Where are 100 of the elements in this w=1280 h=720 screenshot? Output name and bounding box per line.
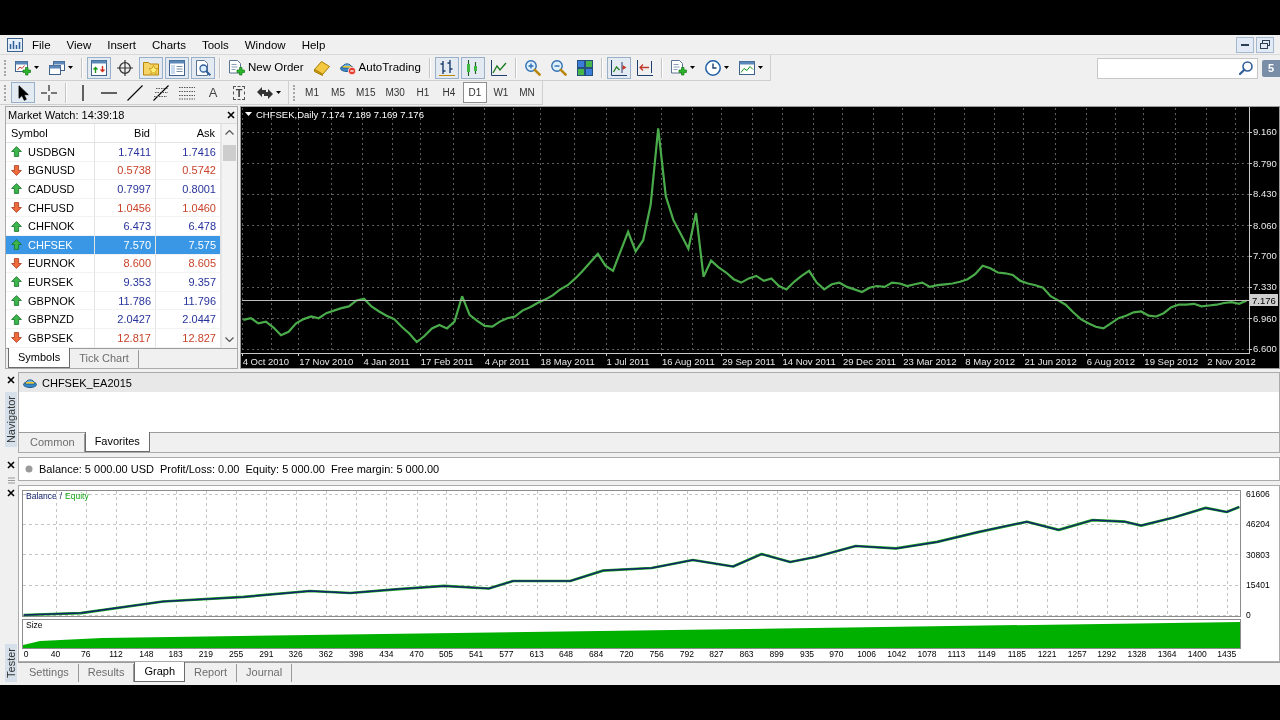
graph-legend: Balance / Equity [26, 491, 89, 501]
x-axis-label: 827 [709, 649, 724, 659]
bid-price: 0.7997 [95, 180, 156, 199]
price-label: 8.430 [1253, 188, 1277, 200]
x-axis-label: 76 [81, 649, 91, 659]
x-axis-label: 935 [799, 649, 815, 659]
x-axis-label: 40 [50, 649, 61, 659]
account-summary-item: Equity: 5 000.00 [245, 463, 325, 475]
date-label: 23 Mar 2012 [903, 355, 957, 367]
symbol-name: CADUSD [28, 183, 75, 195]
date-label: 17 Feb 2011 [420, 355, 474, 367]
symbol-name: EURNOK [28, 257, 76, 270]
size-label: Size [26, 620, 43, 630]
bid-price: 2.0427 [95, 310, 156, 329]
x-axis-label: 148 [139, 649, 154, 659]
x-axis-label: 112 [109, 649, 123, 659]
panel-title: Tester [5, 644, 17, 682]
x-axis-label: 720 [619, 649, 634, 659]
chart-title: CHFSEK,Daily 7.174 7.189 7.169 7.176 [256, 109, 424, 120]
x-axis-label: 291 [259, 649, 274, 659]
account-summary-item: Balance: 5 000.00 USD [39, 463, 154, 475]
price-label: 6.600 [1253, 343, 1277, 355]
x-axis-label: 1292 [1097, 649, 1117, 659]
price-label: 8.790 [1253, 157, 1277, 169]
x-axis-label: 756 [649, 649, 664, 659]
x-axis-label: 684 [589, 649, 604, 659]
symbol-name: BGNUSD [28, 164, 76, 177]
x-axis-label: 1364 [1157, 649, 1177, 659]
bid-price: 1.7411 [95, 143, 156, 162]
date-label: 4 Apr 2011 [484, 355, 530, 367]
x-axis-label: 577 [499, 649, 514, 659]
price-label: 7.330 [1253, 281, 1277, 293]
x-axis-label: 1221 [1037, 649, 1057, 659]
date-label: 17 Nov 2010 [299, 355, 354, 367]
symbol-name: CHFSEK [28, 238, 73, 251]
x-axis-label: 1113 [947, 649, 966, 659]
x-axis-label: 398 [349, 649, 364, 659]
x-axis-label: 899 [769, 649, 784, 659]
bid-price: 12.817 [95, 328, 156, 348]
date-label: 2 Nov 2012 [1207, 355, 1256, 367]
date-label: 14 Nov 2011 [782, 355, 836, 367]
symbol-name: GBPNZD [28, 313, 74, 326]
x-axis-label: 1149 [977, 649, 996, 659]
bid-price: 6.473 [95, 217, 156, 236]
x-axis-label: 1257 [1067, 649, 1087, 659]
price-label: 8.060 [1253, 219, 1277, 231]
date-label: 21 Jun 2012 [1024, 355, 1077, 367]
item-label: CHFSEK_EA2015 [42, 376, 132, 389]
x-axis-label: 219 [198, 649, 213, 659]
x-axis-label: 1042 [887, 649, 907, 659]
x-axis-label: 183 [168, 649, 183, 659]
date-label: 6 Aug 2012 [1086, 355, 1135, 367]
x-axis-label: 1328 [1127, 649, 1147, 659]
date-label: 4 Oct 2010 [242, 355, 290, 367]
x-axis-label: 255 [229, 649, 244, 659]
x-axis-label: 326 [288, 649, 303, 659]
price-label: 7.700 [1253, 250, 1277, 261]
date-label: 4 Jan 2011 [363, 355, 410, 367]
symbol-name: GBPSEK [28, 331, 74, 344]
symbol-name: EURSEK [28, 275, 74, 288]
date-label: 19 Sep 2012 [1144, 355, 1199, 367]
x-axis-label: 863 [739, 649, 754, 659]
x-axis-label: 541 [469, 649, 484, 659]
x-axis-label: 648 [558, 649, 574, 659]
date-label: 18 May 2011 [540, 355, 595, 367]
x-axis-label: 613 [529, 649, 544, 659]
y-axis-label: 61606 [1246, 488, 1270, 499]
date-label: 8 May 2012 [965, 355, 1016, 367]
date-label: 1 Jul 2011 [606, 355, 650, 367]
x-axis-label: 1400 [1187, 649, 1207, 659]
x-axis-label: 470 [409, 649, 424, 659]
bid-price: 7.570 [95, 235, 156, 255]
x-axis-label: 0 [23, 649, 29, 659]
price-label: 9.160 [1253, 126, 1277, 138]
current-price-label: 7.176 [1250, 294, 1278, 306]
x-axis-label: 505 [438, 649, 454, 659]
y-axis-label: 30803 [1246, 549, 1270, 560]
y-axis-label: 46204 [1246, 519, 1270, 530]
account-summary-item: Profit/Loss: 0.00 [159, 463, 240, 475]
account-summary-item: Free margin: 5 000.00 [331, 463, 440, 475]
x-axis-label: 970 [829, 649, 844, 659]
price-label: 6.960 [1253, 312, 1277, 324]
x-axis-label: 1006 [857, 649, 877, 659]
date-label: 16 Aug 2011 [662, 355, 715, 367]
x-axis-label: 1435 [1217, 649, 1237, 659]
symbol-name: USDBGN [28, 145, 76, 158]
x-axis-label: 792 [679, 649, 694, 659]
y-axis-label: 15401 [1246, 579, 1270, 590]
x-axis-label: 362 [318, 649, 333, 659]
symbol-name: CHFUSD [28, 201, 74, 214]
date-label: 29 Sep 2011 [722, 355, 776, 367]
x-axis-label: 434 [379, 649, 394, 659]
symbol-name: GBPNOK [28, 294, 76, 307]
x-axis-label: 1078 [917, 649, 937, 659]
panel-title: Market Watch: 14:39:18 [8, 109, 125, 121]
bid-price: 9.353 [95, 273, 156, 292]
panel-title: Navigator [5, 392, 17, 448]
date-label: 29 Dec 2011 [842, 355, 897, 367]
x-axis-label: 1185 [1007, 649, 1026, 659]
symbol-name: CHFNOK [28, 220, 75, 233]
